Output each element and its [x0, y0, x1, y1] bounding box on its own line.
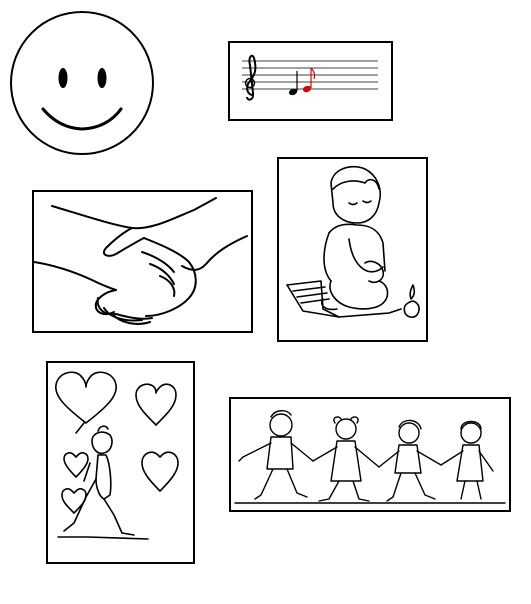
smiley-face-icon	[9, 10, 155, 156]
music-staff-icon	[228, 41, 393, 121]
heart-large	[55, 371, 117, 424]
handshake-icon	[32, 190, 253, 333]
child-4	[440, 420, 494, 500]
red-note	[302, 67, 316, 93]
candle-icon	[403, 284, 420, 318]
heart-small-left	[63, 452, 89, 478]
treble-clef-icon	[246, 54, 257, 101]
child-3	[378, 419, 442, 502]
child-2	[312, 416, 380, 502]
child-1	[238, 410, 314, 500]
heart-middle-right	[141, 451, 179, 492]
heart-top-right	[135, 383, 177, 426]
children-holding-hands-icon	[229, 397, 511, 512]
right-eye	[97, 68, 107, 88]
heart-bottom-left	[61, 488, 87, 514]
child-with-hearts-icon	[46, 361, 195, 564]
left-eye	[58, 68, 68, 88]
praying-child-icon	[277, 157, 428, 342]
